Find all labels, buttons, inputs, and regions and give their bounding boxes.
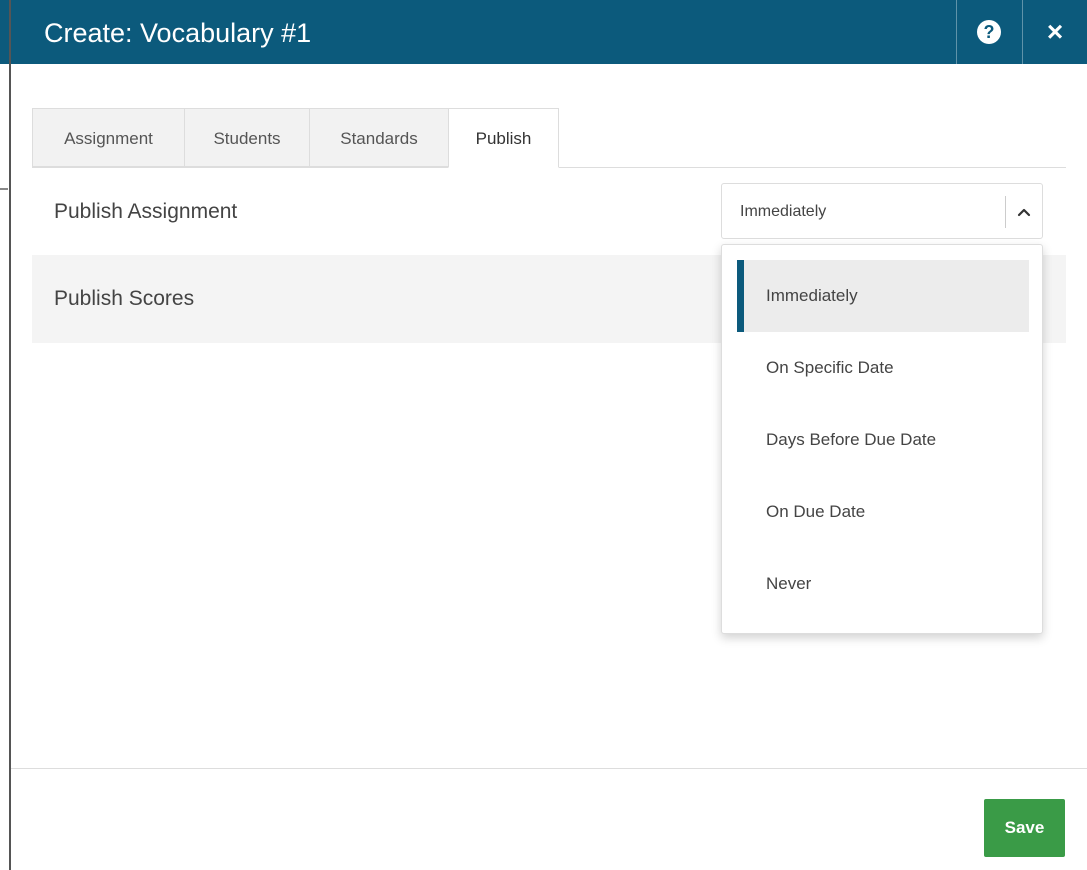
publish-assignment-label: Publish Assignment <box>54 200 238 223</box>
option-immediately[interactable]: Immediately <box>737 260 1029 332</box>
footer-divider <box>11 768 1087 769</box>
save-button[interactable]: Save <box>984 799 1065 857</box>
publish-assignment-select[interactable]: Immediately <box>721 183 1043 239</box>
publish-scores-label: Publish Scores <box>54 287 195 310</box>
option-never[interactable]: Never <box>737 548 1029 620</box>
dialog-header: Create: Vocabulary #1 ? × <box>11 0 1087 64</box>
select-value: Immediately <box>740 203 827 220</box>
background-marker <box>0 188 8 190</box>
create-assignment-dialog: Create: Vocabulary #1 ? × Assignment Stu… <box>11 0 1087 870</box>
help-button[interactable]: ? <box>957 0 1022 64</box>
close-icon: × <box>1046 16 1064 47</box>
tab-assignment[interactable]: Assignment <box>32 108 185 167</box>
select-divider <box>1005 196 1006 228</box>
option-on-specific-date[interactable]: On Specific Date <box>737 332 1029 404</box>
option-on-due-date[interactable]: On Due Date <box>737 476 1029 548</box>
help-icon: ? <box>977 20 1001 44</box>
publish-options-dropdown: Immediately On Specific Date Days Before… <box>721 244 1043 634</box>
chevron-up-icon[interactable] <box>1015 203 1033 221</box>
close-button[interactable]: × <box>1023 0 1087 64</box>
dialog-title: Create: Vocabulary #1 <box>44 18 312 48</box>
option-days-before-due-date[interactable]: Days Before Due Date <box>737 404 1029 476</box>
background-window-edge <box>0 0 11 870</box>
tab-students[interactable]: Students <box>184 108 310 167</box>
tab-standards[interactable]: Standards <box>309 108 449 167</box>
tab-publish[interactable]: Publish <box>448 108 559 168</box>
